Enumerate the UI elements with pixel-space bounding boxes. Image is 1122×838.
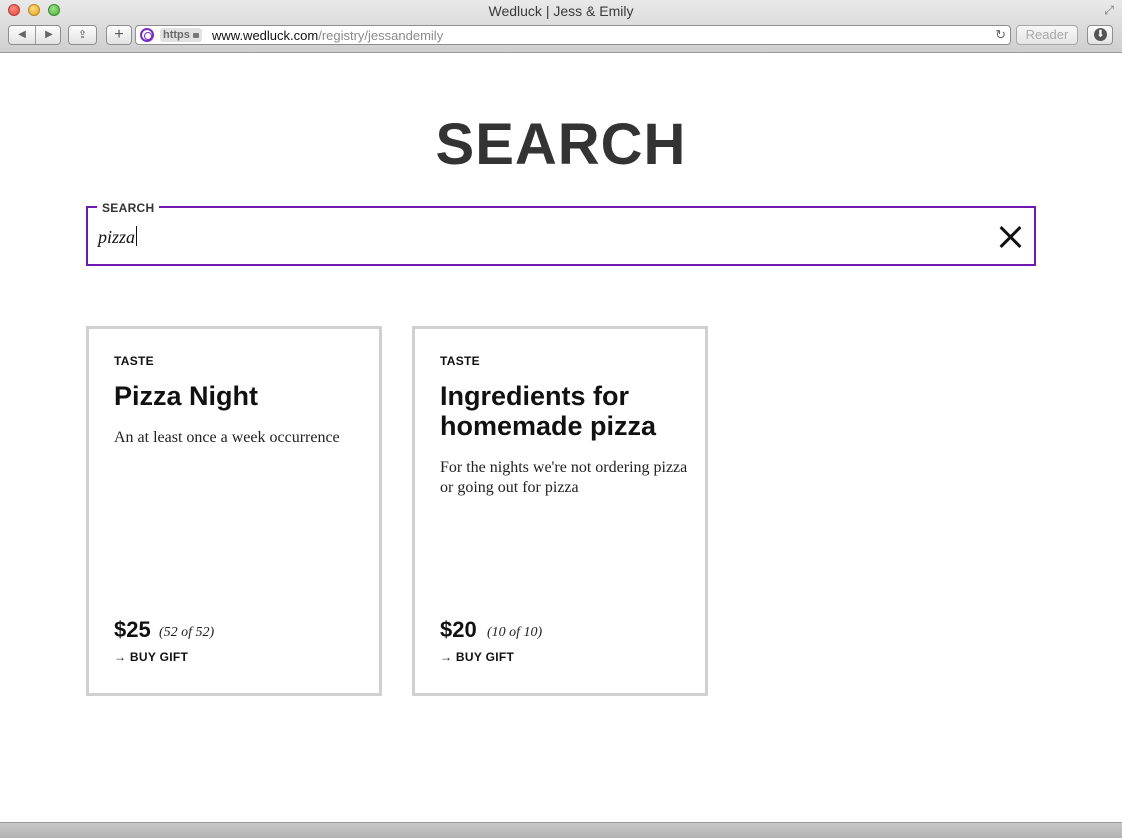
gift-title: Ingredients for homemade pizza — [440, 381, 657, 441]
window-title: Wedluck | Jess & Emily — [488, 3, 634, 19]
gift-card[interactable]: TASTE Pizza Night An at least once a wee… — [86, 326, 382, 696]
site-favicon-icon — [140, 28, 154, 42]
address-bar[interactable]: https www.wedluck.com/registry/jessandem… — [135, 25, 1011, 45]
search-field[interactable]: SEARCH pizza — [86, 201, 1036, 266]
download-icon: ⬇ — [1094, 28, 1107, 41]
gift-description: An at least once a week occurrence — [114, 429, 340, 446]
text-caret — [136, 226, 138, 246]
fullscreen-icon[interactable]: ⤢ — [1102, 3, 1116, 17]
gift-availability: (10 of 10) — [487, 625, 543, 640]
share-button[interactable]: ⇪ — [68, 25, 97, 45]
browser-toolbar: Wedluck | Jess & Emily ⤢ ◀ ▶ ⇪ + https w… — [0, 0, 1122, 53]
url-path: /registry/jessandemily — [318, 28, 444, 43]
gift-card[interactable]: TASTE Ingredients for homemade pizza For… — [412, 326, 708, 696]
gift-title: Pizza Night — [114, 381, 259, 411]
back-button[interactable]: ◀ — [9, 26, 35, 44]
lock-icon — [192, 33, 199, 38]
buy-gift-link[interactable]: → BUY GIFT — [440, 650, 514, 664]
search-input[interactable]: pizza — [98, 226, 138, 248]
url-host: www.wedluck.com — [212, 28, 319, 43]
url-text[interactable]: www.wedluck.com/registry/jessandemily — [212, 28, 443, 43]
https-label: https — [163, 29, 190, 41]
search-input-value: pizza — [98, 227, 136, 247]
add-bookmark-button[interactable]: + — [106, 25, 132, 45]
downloads-button[interactable]: ⬇ — [1087, 25, 1113, 45]
https-badge: https — [160, 28, 202, 42]
page-title: SEARCH — [435, 112, 687, 177]
reload-icon[interactable]: ↻ — [995, 27, 1006, 43]
buy-gift-link[interactable]: → BUY GIFT — [114, 650, 188, 664]
reader-button[interactable]: Reader — [1016, 25, 1078, 45]
back-forward-group: ◀ ▶ — [8, 25, 61, 45]
search-label: SEARCH — [97, 201, 160, 215]
gift-category: TASTE — [114, 354, 154, 368]
gift-price: $25 — [114, 617, 151, 642]
window-bottom-bar — [0, 822, 1122, 838]
gift-availability: (52 of 52) — [159, 625, 215, 640]
gift-price: $20 — [440, 617, 477, 642]
gift-description: For the nights we're not ordering pizza … — [440, 459, 688, 496]
gift-category: TASTE — [440, 354, 480, 368]
clear-search-icon[interactable] — [998, 224, 1024, 250]
forward-button[interactable]: ▶ — [36, 26, 62, 44]
